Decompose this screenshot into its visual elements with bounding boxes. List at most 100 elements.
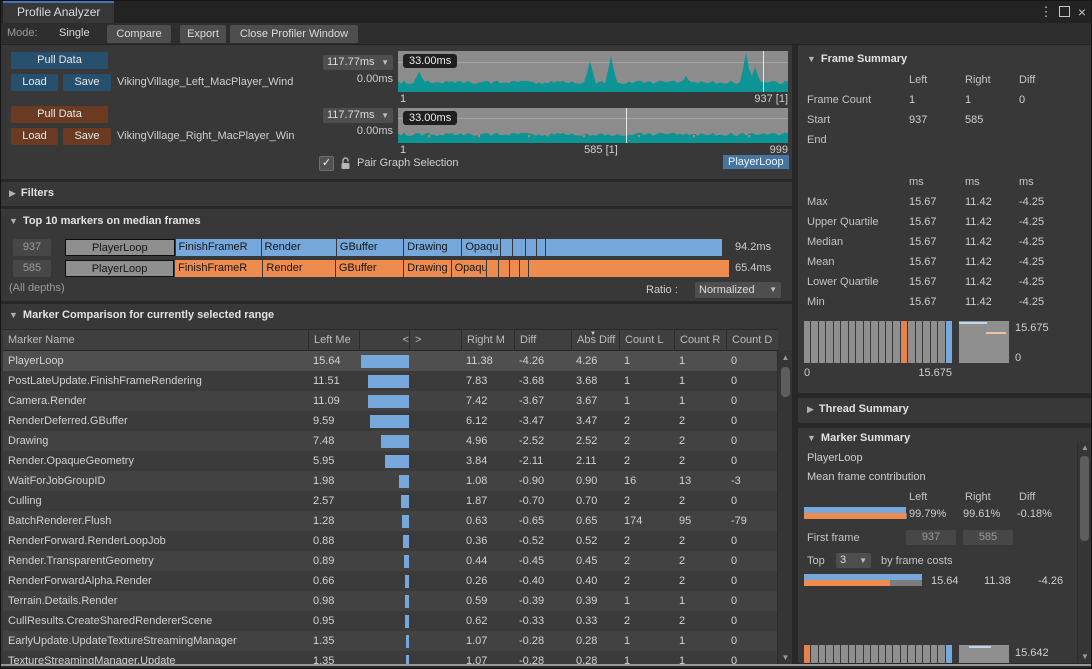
maximize-icon[interactable] (1055, 1, 1073, 23)
marker-segment[interactable]: GBuffer (336, 260, 403, 277)
close-profiler-window-button[interactable]: Close Profiler Window (230, 25, 358, 43)
pair-graph-selection-checkbox[interactable]: ✓ (319, 156, 334, 171)
load-left-button[interactable]: Load (11, 74, 58, 91)
column-header[interactable]: > (409, 330, 461, 350)
scroll-down-icon[interactable]: ▼ (778, 653, 792, 662)
top10-foldout[interactable]: ▼Top 10 markers on median frames (9, 215, 201, 227)
scroll-up-icon[interactable]: ▲ (1078, 443, 1091, 452)
unlock-icon[interactable] (340, 157, 351, 170)
marker-segment[interactable]: PlayerLoop (65, 239, 175, 256)
scrollbar-thumb[interactable] (1080, 456, 1089, 541)
marker-segment[interactable] (510, 260, 519, 277)
filters-foldout[interactable]: ▶Filters (9, 187, 54, 199)
comparison-row[interactable]: PlayerLoop15.6411.38-4.264.26110 (3, 351, 778, 371)
marker-segment[interactable] (537, 239, 545, 256)
comparison-scrollbar[interactable]: ▲ ▼ (777, 351, 792, 664)
column-header[interactable]: Count L (619, 330, 674, 350)
comparison-row[interactable]: BatchRenderer.Flush1.280.63-0.650.651749… (3, 511, 778, 531)
diff-bar (370, 415, 409, 428)
comparison-row[interactable]: WaitForJobGroupID1.981.08-0.900.901613-3 (3, 471, 778, 491)
chevron-down-icon: ▼ (381, 55, 389, 70)
frame-summary-foldout[interactable]: ▼Frame Summary (807, 53, 907, 65)
comparison-row[interactable]: Terrain.Details.Render0.980.59-0.390.391… (3, 591, 778, 611)
frame-time-boxplot[interactable] (959, 321, 1009, 363)
marker-segment[interactable]: PlayerLoop (65, 260, 174, 277)
load-right-button[interactable]: Load (11, 128, 58, 145)
frame-time-histogram[interactable] (804, 321, 952, 363)
right-graph-scale-dropdown[interactable]: 117.77ms▼ (323, 108, 393, 123)
column-header[interactable]: Right M (461, 330, 514, 350)
save-left-button[interactable]: Save (63, 74, 111, 91)
marker-segment[interactable] (499, 260, 510, 277)
marker-histogram[interactable] (804, 645, 952, 663)
kebab-menu-icon[interactable]: ⋮ (1037, 1, 1055, 23)
comparison-row[interactable]: RenderForward.RenderLoopJob0.880.36-0.52… (3, 531, 778, 551)
comparison-row[interactable]: EarlyUpdate.UpdateTextureStreamingManage… (3, 631, 778, 651)
marker-segment[interactable]: GBuffer (337, 239, 403, 256)
right-frame-graph[interactable]: 33.00ms (398, 108, 788, 143)
marker-segment[interactable]: Render (262, 239, 336, 256)
comparison-row[interactable]: Drawing7.484.96-2.522.52220 (3, 431, 778, 451)
comparison-row[interactable]: Render.TransparentGeometry0.890.44-0.450… (3, 551, 778, 571)
mode-single-button[interactable]: Single (59, 27, 90, 39)
pull-data-right-button[interactable]: Pull Data (11, 106, 108, 123)
marker-segment[interactable] (513, 239, 525, 256)
export-button[interactable]: Export (180, 25, 226, 43)
comparison-row[interactable]: Culling2.571.87-0.700.70220 (3, 491, 778, 511)
ratio-dropdown[interactable]: Normalized▼ (695, 282, 781, 298)
left-frame-graph[interactable]: 33.00ms (398, 51, 788, 92)
mode-compare-button[interactable]: Compare (107, 25, 171, 43)
histogram-bar (931, 645, 937, 663)
comparison-row[interactable]: Render.OpaqueGeometry5.953.84-2.112.1122… (3, 451, 778, 471)
frame-index-chip[interactable]: 585 (13, 260, 51, 277)
marker-segment[interactable]: Drawing (404, 260, 450, 277)
marker-segment[interactable]: Render (263, 260, 334, 277)
left-graph-scale-dropdown[interactable]: 117.77ms▼ (323, 55, 393, 70)
marker-segment[interactable] (501, 239, 513, 256)
column-header[interactable]: < (359, 330, 409, 350)
save-right-button[interactable]: Save (63, 128, 111, 145)
marker-segment[interactable] (487, 260, 498, 277)
column-header[interactable]: Abs Diff▼ (571, 330, 619, 350)
frame-index-chip[interactable]: 937 (13, 239, 51, 256)
column-header[interactable]: Count D (726, 330, 778, 350)
cell-left-median: 1.35 (308, 631, 359, 651)
comparison-row[interactable]: PostLateUpdate.FinishFrameRendering11.51… (3, 371, 778, 391)
marker-summary-foldout[interactable]: ▼Marker Summary (807, 432, 910, 444)
marker-segment[interactable] (526, 239, 535, 256)
close-icon[interactable]: × (1073, 1, 1091, 23)
comparison-table-header[interactable]: Marker NameLeft Me<>Right MDiffAbs Diff▼… (3, 329, 778, 351)
comparison-row[interactable]: TextureStreamingManager.Update1.351.07-0… (3, 651, 778, 664)
scroll-down-icon[interactable]: ▼ (1078, 652, 1091, 661)
comparison-row[interactable]: RenderForwardAlpha.Render0.660.26-0.400.… (3, 571, 778, 591)
comparison-foldout[interactable]: ▼Marker Comparison for currently selecte… (9, 309, 274, 321)
marker-segment[interactable]: FinishFrameR (175, 260, 262, 277)
marker-segment[interactable]: FinishFrameR (176, 239, 261, 256)
pull-data-left-button[interactable]: Pull Data (11, 52, 108, 69)
comparison-row[interactable]: Camera.Render11.097.42-3.673.67110 (3, 391, 778, 411)
scroll-up-icon[interactable]: ▲ (778, 353, 792, 362)
marker-segment[interactable]: Drawing (404, 239, 461, 256)
marker-segment[interactable]: Opaqu (452, 260, 486, 277)
selected-marker-chip[interactable]: PlayerLoop (723, 155, 789, 169)
cell-right-median: 0.62 (461, 611, 514, 631)
comparison-row[interactable]: RenderDeferred.GBuffer9.596.12-3.473.472… (3, 411, 778, 431)
first-frame-left-button[interactable]: 937 (906, 530, 956, 545)
marker-segment[interactable]: Opaqu (462, 239, 499, 256)
scrollbar-thumb[interactable] (781, 367, 790, 397)
column-header[interactable]: Left Me (308, 330, 359, 350)
marker-boxplot[interactable] (959, 645, 1009, 663)
cell-diff: -3.68 (514, 371, 571, 391)
marker-summary-scrollbar[interactable]: ▲ ▼ (1077, 441, 1091, 663)
first-frame-right-button[interactable]: 585 (963, 530, 1013, 545)
top-n-dropdown[interactable]: 3▼ (836, 553, 871, 568)
comparison-row[interactable]: CullResults.CreateSharedRendererScene0.9… (3, 611, 778, 631)
column-header[interactable]: Count R (674, 330, 726, 350)
marker-segment[interactable] (546, 239, 723, 256)
marker-segment[interactable] (520, 260, 528, 277)
thread-summary-foldout[interactable]: ▶Thread Summary (807, 403, 909, 415)
marker-segment[interactable] (529, 260, 729, 277)
tab-profile-analyzer[interactable]: Profile Analyzer (3, 1, 114, 23)
column-header[interactable]: Diff (514, 330, 571, 350)
column-header[interactable]: Marker Name (3, 330, 308, 350)
